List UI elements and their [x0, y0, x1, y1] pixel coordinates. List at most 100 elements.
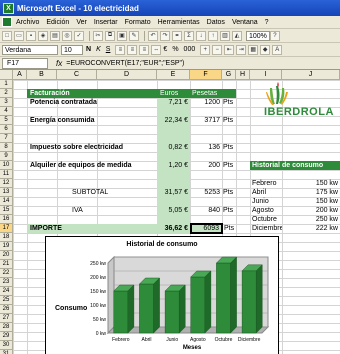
- history-value[interactable]: 175 kw: [282, 188, 340, 197]
- subtotal-unit[interactable]: Pts: [222, 188, 236, 197]
- fill-color-icon[interactable]: ◆: [260, 44, 271, 55]
- line-energia-unit[interactable]: Pts: [222, 116, 236, 125]
- column-header-h[interactable]: H: [236, 70, 250, 80]
- euros-fill[interactable]: [157, 215, 190, 224]
- history-month[interactable]: Octubre: [250, 215, 282, 224]
- sort-descending-icon[interactable]: ↑: [208, 30, 218, 41]
- history-title[interactable]: Historial de consumo: [250, 161, 340, 170]
- column-header-g[interactable]: G: [222, 70, 236, 80]
- line-alquiler-euros[interactable]: 1,20 €: [157, 161, 190, 170]
- borders-icon[interactable]: ▦: [248, 44, 259, 55]
- history-value[interactable]: 150 kw: [282, 197, 340, 206]
- help-icon[interactable]: ?: [269, 30, 280, 41]
- euros-fill[interactable]: [157, 197, 190, 206]
- invoice-header-label[interactable]: Facturación: [27, 89, 157, 98]
- sort-ascending-icon[interactable]: ↓: [196, 30, 206, 41]
- history-month[interactable]: Agosto: [250, 206, 282, 215]
- consumption-chart[interactable]: Historial de consumo 0 kw 50 kw 100 kw 150 …: [45, 236, 279, 354]
- line-potencia-pts[interactable]: 1200: [190, 98, 222, 107]
- euros-fill[interactable]: [157, 134, 190, 143]
- cut-icon[interactable]: ✂: [93, 30, 103, 41]
- chart-wizard-icon[interactable]: ▥: [220, 30, 230, 41]
- history-value[interactable]: 150 kw: [282, 179, 340, 188]
- subtotal-label[interactable]: SUBTOTAL: [72, 188, 157, 197]
- invoice-header-fill[interactable]: [222, 89, 236, 98]
- hyperlink-icon[interactable]: ⚭: [172, 30, 182, 41]
- save-icon[interactable]: ▪: [26, 30, 36, 41]
- italic-button[interactable]: K: [96, 46, 101, 53]
- column-header-e[interactable]: E: [157, 70, 190, 80]
- print-icon[interactable]: ▤: [50, 30, 60, 41]
- decrease-decimal-icon[interactable]: −: [212, 44, 223, 55]
- euros-fill[interactable]: [157, 152, 190, 161]
- euros-fill[interactable]: [157, 179, 190, 188]
- column-header-b[interactable]: B: [27, 70, 57, 80]
- increase-decimal-icon[interactable]: +: [200, 44, 211, 55]
- importe-pts-selected[interactable]: 6093: [190, 223, 223, 234]
- history-month[interactable]: Junio: [250, 197, 282, 206]
- line-impuesto-pts[interactable]: 136: [190, 143, 222, 152]
- menu-ver[interactable]: Ver: [76, 19, 87, 26]
- menu-ventana[interactable]: Ventana: [232, 19, 258, 26]
- line-energia-euros[interactable]: 22,34 €: [157, 116, 190, 125]
- importe-label[interactable]: IMPORTE: [27, 224, 157, 233]
- importe-euros[interactable]: 36,62 €: [157, 224, 190, 233]
- line-alquiler-label[interactable]: Alquiler de equipos de medida: [27, 161, 157, 170]
- name-box[interactable]: F17: [2, 57, 48, 69]
- iva-label[interactable]: IVA: [72, 206, 157, 215]
- workbook-icon[interactable]: [2, 17, 12, 27]
- insert-function-icon[interactable]: fx: [56, 59, 62, 68]
- history-month[interactable]: Abril: [250, 188, 282, 197]
- merge-center-icon[interactable]: ⇔: [151, 44, 162, 55]
- invoice-header-euros[interactable]: Euros: [157, 89, 190, 98]
- column-header-a[interactable]: A: [13, 70, 27, 80]
- copy-icon[interactable]: ⧉: [105, 30, 115, 41]
- euros-fill[interactable]: [157, 107, 190, 116]
- menu-help[interactable]: ?: [265, 19, 269, 26]
- align-right-icon[interactable]: ≡: [139, 44, 150, 55]
- history-month[interactable]: Diciembre: [250, 224, 282, 233]
- iva-euros[interactable]: 5,05 €: [157, 206, 190, 215]
- history-value[interactable]: 222 kw: [282, 224, 340, 233]
- menu-edicion[interactable]: Edición: [46, 19, 69, 26]
- menu-insertar[interactable]: Insertar: [94, 19, 118, 26]
- align-center-icon[interactable]: ≡: [127, 44, 138, 55]
- line-alquiler-pts[interactable]: 200: [190, 161, 222, 170]
- menu-archivo[interactable]: Archivo: [16, 19, 39, 26]
- line-impuesto-label[interactable]: Impuesto sobre electricidad: [27, 143, 157, 152]
- increase-indent-icon[interactable]: ⇥: [236, 44, 247, 55]
- select-all-corner[interactable]: [0, 70, 13, 80]
- decrease-indent-icon[interactable]: ⇤: [224, 44, 235, 55]
- column-header-i[interactable]: I: [250, 70, 282, 80]
- line-impuesto-euros[interactable]: 0,82 €: [157, 143, 190, 152]
- underline-button[interactable]: S: [106, 46, 111, 53]
- open-icon[interactable]: ▭: [14, 30, 24, 41]
- percent-button[interactable]: %: [172, 46, 178, 53]
- column-header-c[interactable]: C: [57, 70, 97, 80]
- line-energia-pts[interactable]: 3717: [190, 116, 222, 125]
- font-color-icon[interactable]: A: [272, 44, 283, 55]
- menu-datos[interactable]: Datos: [207, 19, 225, 26]
- undo-icon[interactable]: ↶: [148, 30, 158, 41]
- column-header-f[interactable]: F: [190, 70, 222, 80]
- thousands-button[interactable]: 000: [184, 46, 196, 53]
- subtotal-pts[interactable]: 5253: [190, 188, 222, 197]
- line-potencia-euros[interactable]: 7,21 €: [157, 98, 190, 107]
- line-impuesto-unit[interactable]: Pts: [222, 143, 236, 152]
- euros-fill[interactable]: [157, 125, 190, 134]
- menu-herramientas[interactable]: Herramientas: [158, 19, 200, 26]
- paste-icon[interactable]: ▣: [117, 30, 127, 41]
- format-painter-icon[interactable]: ✎: [129, 30, 139, 41]
- iva-unit[interactable]: Pts: [222, 206, 236, 215]
- font-size-select[interactable]: 10: [61, 44, 83, 55]
- font-name-select[interactable]: Verdana: [2, 44, 58, 55]
- history-value[interactable]: 200 kw: [282, 206, 340, 215]
- drawing-icon[interactable]: ◭: [232, 30, 242, 41]
- history-value[interactable]: 250 kw: [282, 215, 340, 224]
- line-energia-label[interactable]: Energía consumida: [27, 116, 157, 125]
- autosum-icon[interactable]: Σ: [184, 30, 194, 41]
- menu-formato[interactable]: Formato: [125, 19, 151, 26]
- new-icon[interactable]: □: [2, 30, 12, 41]
- currency-button[interactable]: €: [163, 46, 167, 53]
- line-potencia-label[interactable]: Potencia contratada: [27, 98, 157, 107]
